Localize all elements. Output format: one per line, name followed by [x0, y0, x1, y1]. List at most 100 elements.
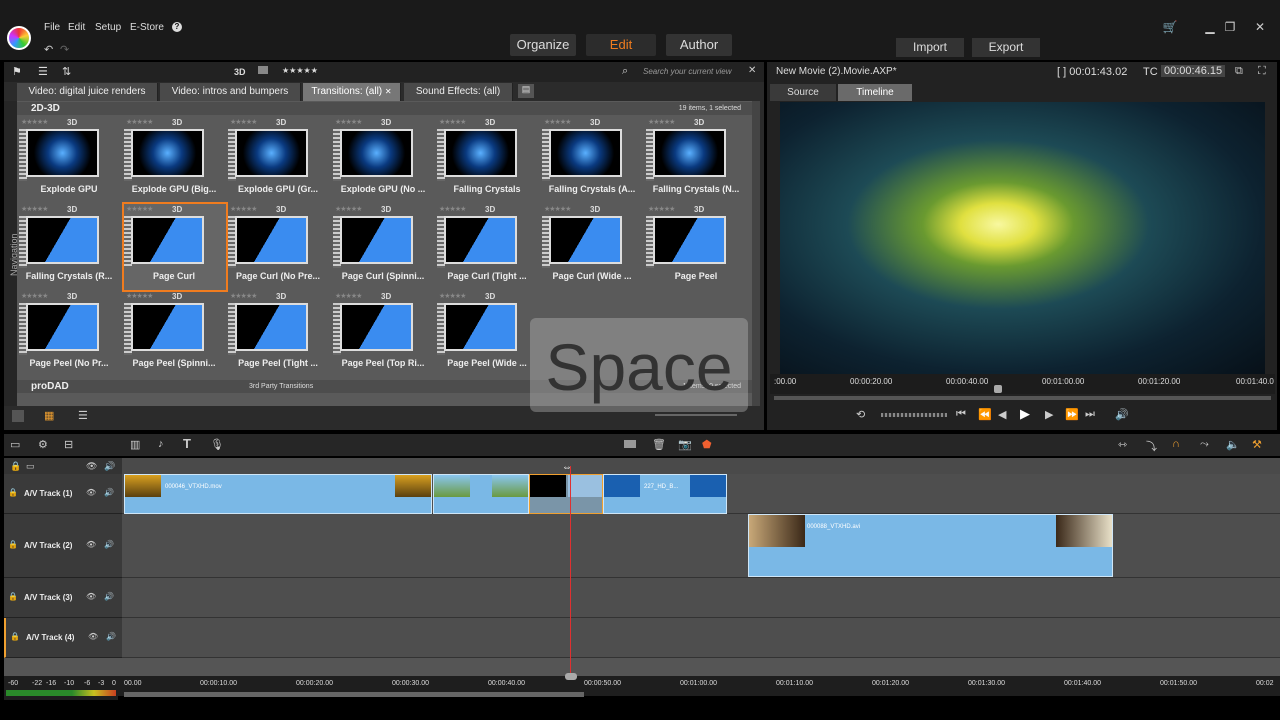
clip-track2[interactable]: 000088_VTXHD.avi — [748, 514, 1113, 577]
rating-stars[interactable]: ★★★★★ — [126, 118, 153, 126]
grid-view-icon[interactable]: ▦ — [44, 409, 54, 422]
help-icon[interactable]: ? — [172, 22, 182, 32]
clip-landscape[interactable] — [433, 474, 529, 514]
filter-3d-button[interactable]: 3D — [234, 67, 246, 77]
settings-icon[interactable]: ⚙ — [38, 438, 48, 451]
track-header[interactable]: 🔒 A/V Track (4) 👁 🔊 — [4, 618, 122, 658]
transition-thumb[interactable]: ★★★★★ 3D Falling Crystals (R... — [19, 204, 121, 290]
list-view-icon[interactable]: ☰ — [38, 65, 48, 78]
transition-thumb[interactable]: ★★★★★ 3D Page Peel (Spinni... — [124, 291, 226, 377]
playhead[interactable] — [570, 466, 571, 680]
eye-icon[interactable]: 👁 — [86, 488, 96, 497]
snapshot-icon[interactable]: 📷 — [678, 438, 692, 451]
rating-stars[interactable]: ★★★★★ — [21, 205, 48, 213]
lock-icon[interactable]: 🔒 — [10, 461, 21, 472]
marker-icon[interactable]: ⬟ — [702, 438, 712, 451]
menu-setup[interactable]: Setup — [95, 22, 121, 33]
close-icon[interactable]: ✕ — [1250, 20, 1270, 34]
transition-thumb[interactable]: ★★★★★ 3D Page Curl — [122, 202, 228, 292]
transition-thumb[interactable]: ★★★★★ 3D Page Curl (Tight ... — [437, 204, 539, 290]
lock-icon[interactable]: 🔒 — [8, 540, 18, 549]
mode-organize[interactable]: Organize — [510, 34, 576, 56]
menu-file[interactable]: File — [44, 22, 60, 33]
volume-icon[interactable]: 🔊 — [1115, 408, 1129, 421]
rating-stars[interactable]: ★★★★★ — [544, 205, 571, 213]
search-input[interactable]: Search your current view — [643, 67, 731, 76]
timeline-scrollbar[interactable] — [124, 692, 584, 697]
speaker-icon[interactable]: 🔊 — [104, 461, 115, 472]
track-options-icon[interactable]: ⊟ — [64, 438, 73, 451]
section-header-2d3d[interactable]: 2D-3D 19 items, 1 selected — [17, 102, 753, 115]
library-scrollbar[interactable] — [752, 101, 760, 406]
transition-thumb[interactable]: ★★★★★ 3D Page Peel (Top Ri... — [333, 291, 435, 377]
mode-edit[interactable]: Edit — [586, 34, 656, 56]
rating-stars[interactable]: ★★★★★ — [230, 205, 257, 213]
eye-icon[interactable]: 👁 — [86, 540, 96, 549]
clip-hd[interactable]: 227_HD_B... — [603, 474, 727, 514]
preview-scrollbar[interactable] — [774, 396, 1271, 400]
audio-mixer-icon[interactable]: ▥ — [130, 438, 140, 451]
scorefitter-icon[interactable]: ♪ — [158, 438, 164, 450]
thumb-size-slider[interactable] — [655, 414, 737, 416]
eye-icon[interactable]: 👁 — [86, 592, 96, 601]
delete-icon[interactable]: 🗑 — [652, 438, 666, 451]
go-start-icon[interactable]: ⏮ — [956, 408, 966, 421]
storyboard-icon[interactable]: ▭ — [26, 461, 35, 472]
library-menu-icon[interactable]: ⚑ — [12, 65, 22, 78]
fit-icon[interactable]: ⇿ — [1118, 438, 1127, 451]
preview-ruler[interactable] — [770, 374, 1275, 394]
transition-thumb[interactable]: ★★★★★ 3D Page Curl (Spinni... — [333, 204, 435, 290]
timeline-scrubber[interactable] — [565, 673, 577, 680]
go-end-icon[interactable]: ⏭ — [1085, 408, 1095, 421]
eye-icon[interactable]: 👁 — [88, 632, 98, 641]
rating-stars[interactable]: ★★★★★ — [439, 292, 466, 300]
rating-stars[interactable]: ★★★★★ — [439, 118, 466, 126]
rating-stars[interactable]: ★★★★★ — [335, 292, 362, 300]
transition-thumb[interactable]: ★★★★★ 3D Explode GPU (Big... — [124, 117, 226, 203]
rating-stars[interactable]: ★★★★★ — [335, 205, 362, 213]
track-header[interactable]: 🔒 A/V Track (2) 👁 🔊 — [4, 514, 122, 578]
step-forward-icon[interactable]: ▶ — [1045, 408, 1053, 421]
rating-stars[interactable]: ★★★★★ — [126, 205, 153, 213]
navigation-strip[interactable]: Navigation — [4, 101, 19, 406]
dynamic-length-icon[interactable]: ⤳ — [1200, 438, 1209, 451]
menu-edit[interactable]: Edit — [68, 22, 85, 33]
next-frame-icon[interactable]: ⏩ — [1065, 408, 1079, 421]
bin-icon[interactable] — [12, 410, 24, 422]
play-icon[interactable]: ▶ — [1020, 406, 1030, 422]
rating-stars[interactable]: ★★★★★ — [230, 118, 257, 126]
filter-icon[interactable] — [258, 66, 268, 74]
lock-icon[interactable]: 🔒 — [8, 592, 18, 601]
transition-thumb[interactable]: ★★★★★ 3D Explode GPU (No ... — [333, 117, 435, 203]
transition-thumb[interactable]: ★★★★★ 3D Page Curl (No Pre... — [228, 204, 330, 290]
track-header[interactable]: 🔒 A/V Track (1) 👁 🔊 — [4, 474, 122, 514]
tab-close-icon[interactable]: ✕ — [385, 87, 392, 96]
shuttle-control[interactable] — [881, 413, 947, 417]
rating-stars[interactable]: ★★★★★ — [648, 118, 675, 126]
speaker-icon[interactable]: 🔊 — [104, 592, 114, 601]
tab-digital-juice[interactable]: Video: digital juice renders — [17, 83, 158, 101]
redo-icon[interactable]: ↷ — [60, 43, 69, 56]
razor-icon[interactable] — [624, 440, 636, 448]
rating-stars[interactable]: ★★★★★ — [21, 118, 48, 126]
loop-icon[interactable]: ⟲ — [856, 408, 865, 421]
undo-icon[interactable]: ↶ — [44, 43, 53, 56]
timecode-field[interactable]: 00:00:46.15 — [1161, 65, 1226, 77]
tools-icon[interactable]: ⚒ — [1252, 438, 1262, 451]
magnet-icon[interactable]: ∩ — [1172, 438, 1180, 450]
add-tab-icon[interactable]: ▤ — [518, 84, 534, 98]
transition-thumb[interactable]: ★★★★★ 3D Falling Crystals (N... — [646, 117, 748, 203]
close-search-icon[interactable]: ✕ — [748, 65, 756, 76]
track-row[interactable] — [122, 578, 1280, 618]
import-button[interactable]: Import — [896, 38, 964, 57]
tab-sound-effects[interactable]: Sound Effects: (all) — [404, 83, 513, 101]
restore-icon[interactable]: ❐ — [1220, 20, 1240, 34]
popout-icon[interactable]: ⧉ — [1235, 65, 1243, 78]
minimize-icon[interactable]: ▁ — [1200, 20, 1220, 34]
lock-icon[interactable]: 🔒 — [8, 488, 18, 497]
transition-thumb[interactable]: ★★★★★ 3D Page Peel (Wide ... — [437, 291, 539, 377]
tab-source[interactable]: Source — [770, 84, 836, 101]
rating-stars[interactable]: ★★★★★ — [648, 205, 675, 213]
speaker-icon[interactable]: 🔊 — [104, 488, 114, 497]
track-header[interactable]: 🔒 A/V Track (3) 👁 🔊 — [4, 578, 122, 618]
